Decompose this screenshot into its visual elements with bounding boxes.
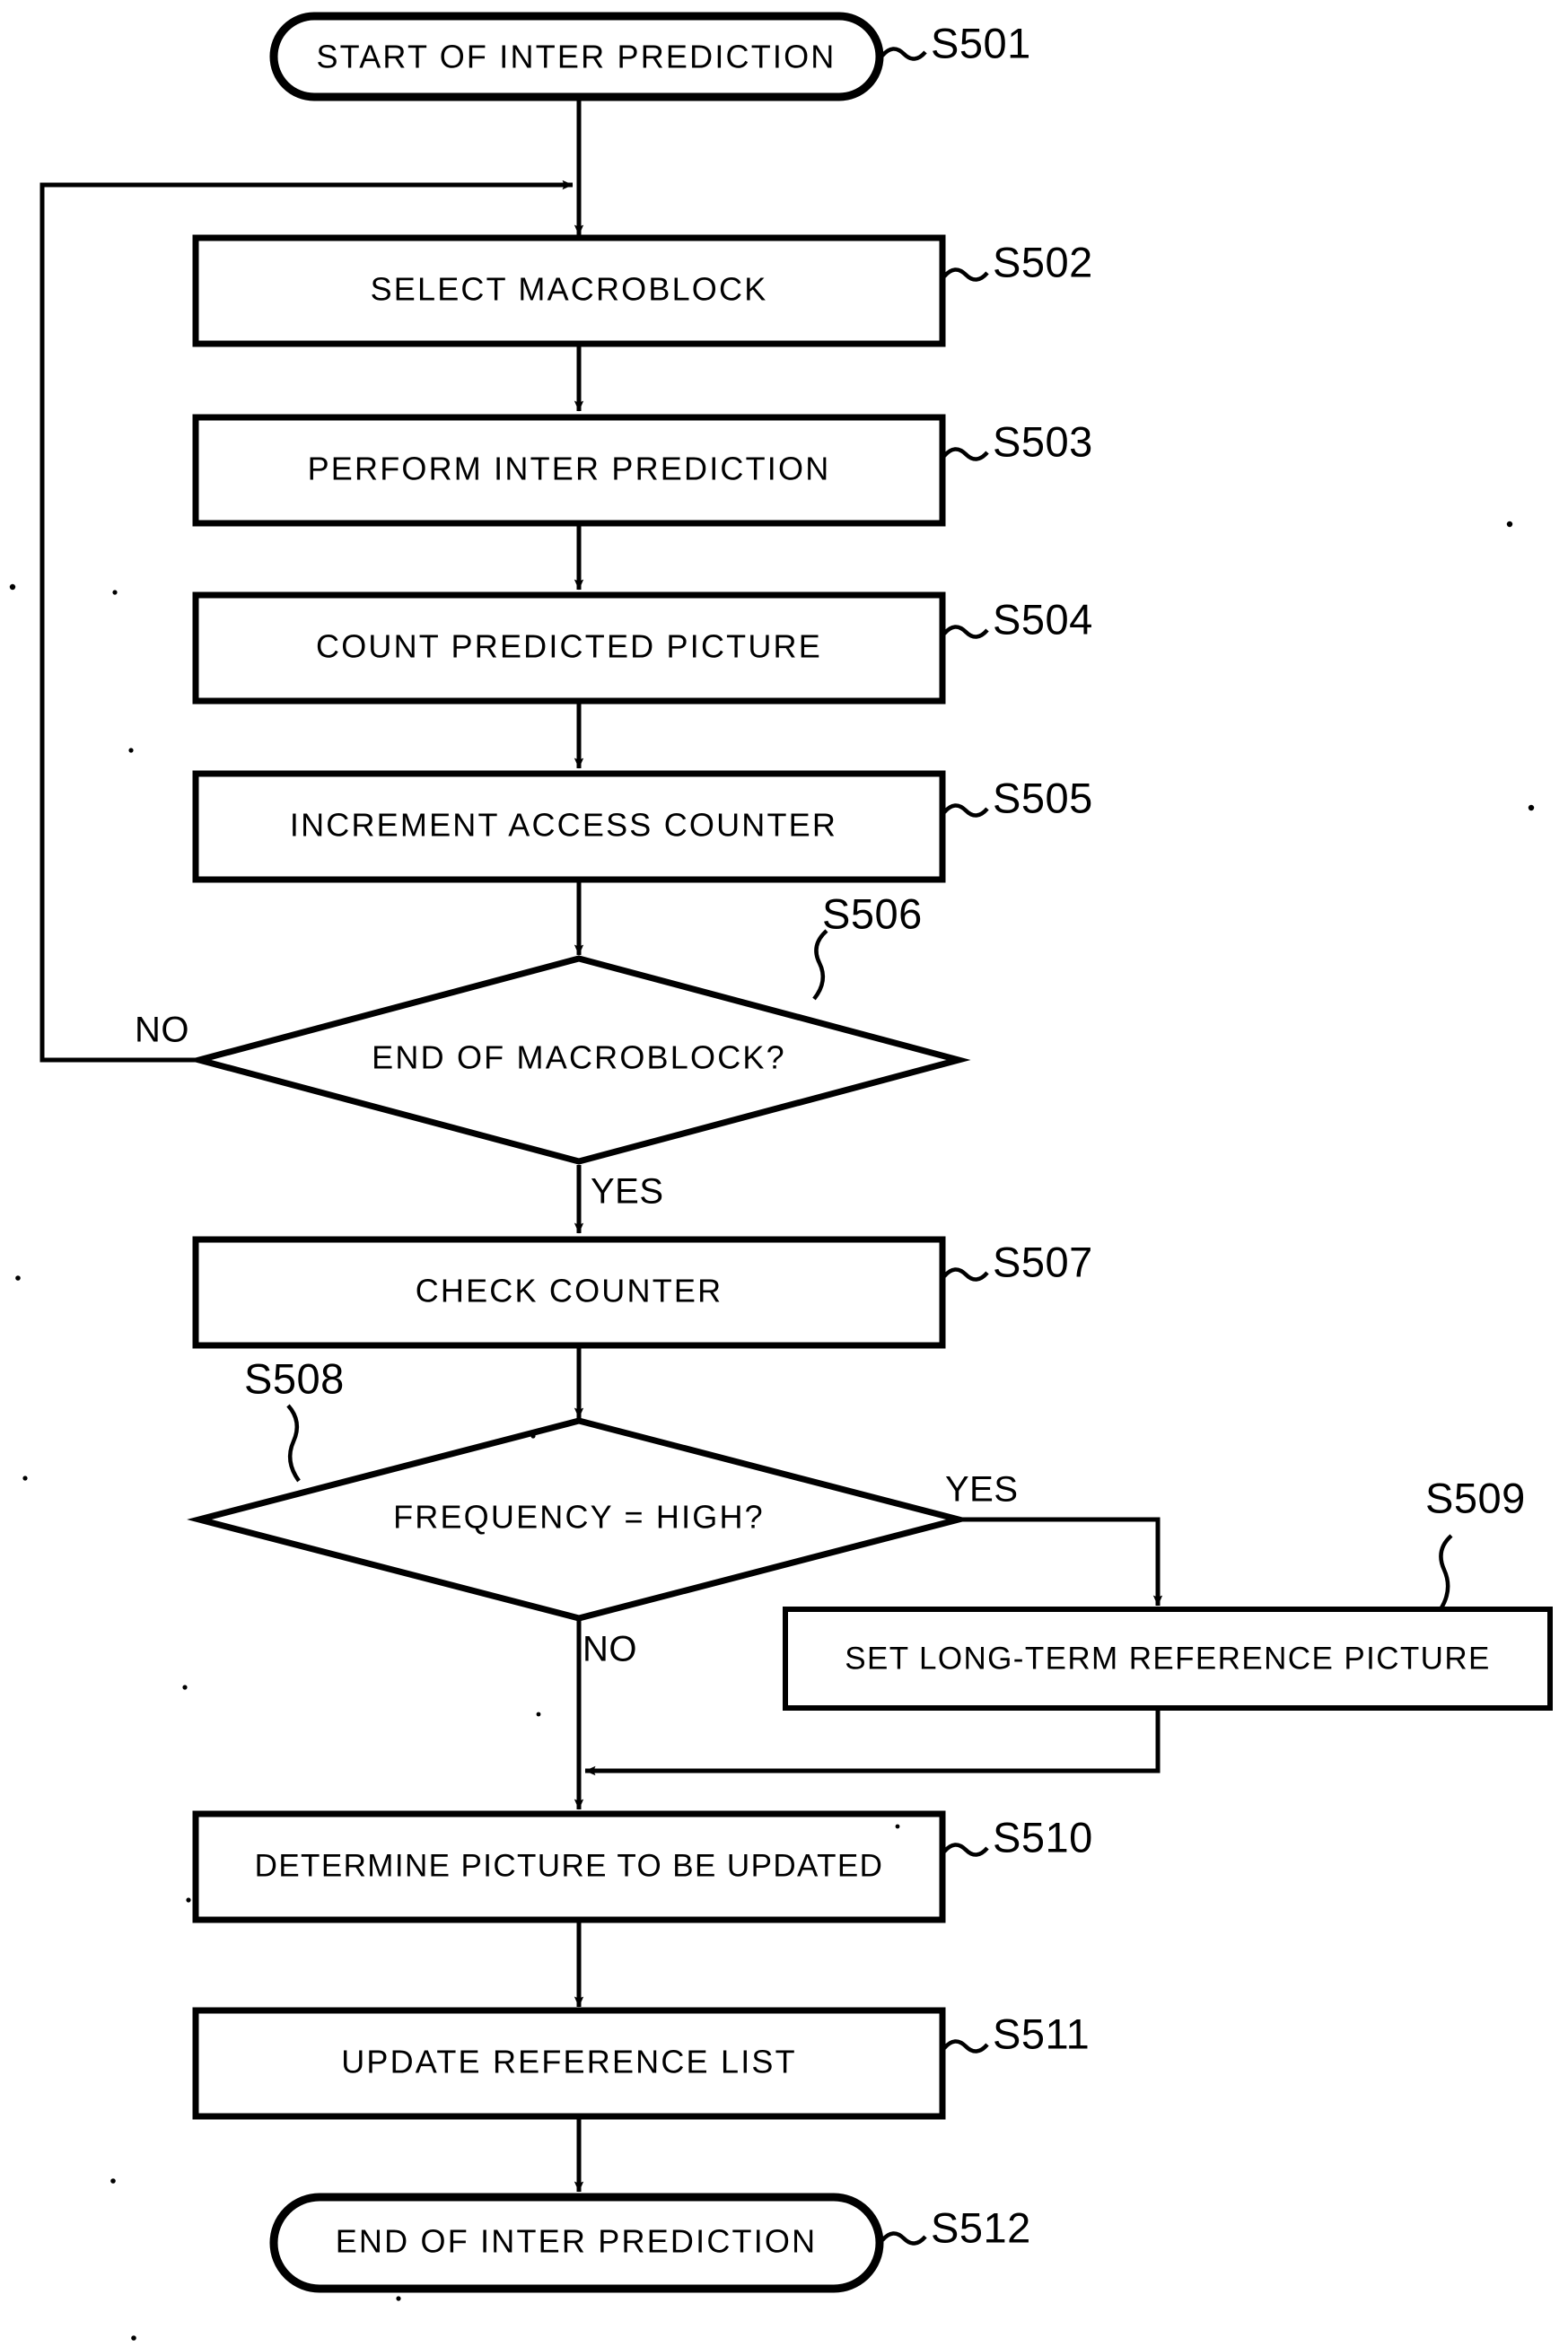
branch-label-s506-no: NO bbox=[135, 1011, 189, 1050]
ref-label-s501: S501 bbox=[931, 19, 1031, 66]
ref-leader-s504 bbox=[942, 625, 989, 639]
node-s510-label: DETERMINE PICTURE TO BE UPDATED bbox=[255, 1848, 884, 1883]
speck bbox=[131, 2335, 136, 2341]
ref-leader-s512 bbox=[880, 2231, 927, 2246]
speck bbox=[530, 1433, 536, 1439]
node-s502[interactable]: SELECT MACROBLOCK bbox=[192, 234, 946, 347]
speck bbox=[22, 1476, 28, 1481]
ref-leader-s503 bbox=[942, 447, 989, 461]
speck bbox=[536, 1712, 541, 1717]
ref-label-s506: S506 bbox=[822, 889, 923, 937]
node-s511[interactable]: UPDATE REFERENCE LIST bbox=[192, 2007, 946, 2120]
speck bbox=[15, 1275, 21, 1281]
ref-label-s504: S504 bbox=[993, 595, 1093, 643]
node-s505-label: INCREMENT ACCESS COUNTER bbox=[290, 807, 837, 844]
branch-label-s508-yes: YES bbox=[945, 1470, 1019, 1510]
node-s507-label: CHECK COUNTER bbox=[416, 1273, 723, 1309]
ref-leader-s507 bbox=[942, 1267, 989, 1282]
ref-label-s505: S505 bbox=[993, 774, 1093, 821]
ref-callout-s502: S502 bbox=[942, 238, 1093, 285]
ref-callout-s510: S510 bbox=[942, 1813, 1093, 1861]
speck bbox=[128, 748, 134, 753]
ref-leader-s505 bbox=[942, 803, 989, 818]
ref-label-s509: S509 bbox=[1425, 1474, 1526, 1521]
node-s501[interactable]: START OF INTER PREDICTION bbox=[269, 12, 884, 101]
node-s510[interactable]: DETERMINE PICTURE TO BE UPDATED bbox=[192, 1810, 946, 1923]
node-s512-label: END OF INTER PREDICTION bbox=[336, 2223, 818, 2260]
node-s503-label: PERFORM INTER PREDICTION bbox=[308, 451, 831, 487]
ref-callout-s509: S509 bbox=[1425, 1474, 1526, 1611]
speck bbox=[895, 1824, 900, 1829]
speck bbox=[396, 2296, 401, 2301]
node-s501-label: START OF INTER PREDICTION bbox=[316, 39, 836, 75]
ref-label-s510: S510 bbox=[993, 1813, 1093, 1861]
branch-label-s508-no: NO bbox=[583, 1630, 637, 1669]
node-s509-label: SET LONG-TERM REFERENCE PICTURE bbox=[845, 1641, 1491, 1676]
speck bbox=[112, 590, 118, 595]
ref-leader-s501 bbox=[880, 47, 927, 61]
ref-label-s512: S512 bbox=[931, 2203, 1031, 2251]
node-s508-label: FREQUENCY = HIGH? bbox=[393, 1499, 765, 1536]
node-s511-label: UPDATE REFERENCE LIST bbox=[341, 2044, 797, 2080]
node-s504[interactable]: COUNT PREDICTED PICTURE bbox=[192, 591, 946, 705]
speck bbox=[182, 1685, 188, 1690]
speck bbox=[1506, 521, 1513, 528]
ref-callout-s511: S511 bbox=[942, 2010, 1090, 2057]
ref-label-s502: S502 bbox=[993, 238, 1093, 285]
ref-callout-s507: S507 bbox=[942, 1238, 1093, 1285]
ref-callout-s504: S504 bbox=[942, 595, 1093, 643]
ref-label-s508: S508 bbox=[244, 1354, 345, 1402]
ref-callout-s506: S506 bbox=[812, 889, 923, 1001]
ref-leader-s506 bbox=[812, 929, 828, 1001]
speck bbox=[9, 583, 16, 591]
node-s505[interactable]: INCREMENT ACCESS COUNTER bbox=[192, 770, 946, 883]
ref-leader-s510 bbox=[942, 1843, 989, 1857]
node-s509[interactable]: SET LONG-TERM REFERENCE PICTURE bbox=[783, 1607, 1553, 1711]
branch-label-s506-yes: YES bbox=[591, 1172, 664, 1212]
node-s512[interactable]: END OF INTER PREDICTION bbox=[269, 2193, 884, 2293]
ref-callout-s505: S505 bbox=[942, 774, 1093, 821]
node-s506-label: END OF MACROBLOCK? bbox=[372, 1039, 786, 1076]
ref-leader-s508 bbox=[286, 1404, 301, 1483]
ref-leader-s509 bbox=[1439, 1534, 1453, 1611]
node-s508[interactable]: FREQUENCY = HIGH? bbox=[187, 1417, 971, 1622]
flowchart-figure: START OF INTER PREDICTION SELECT MACROBL… bbox=[0, 0, 1568, 2347]
flowchart-canvas: START OF INTER PREDICTION SELECT MACROBL… bbox=[9, 12, 1553, 2341]
node-s502-label: SELECT MACROBLOCK bbox=[371, 271, 768, 308]
edge-s508-yes-s509 bbox=[956, 1517, 1163, 1607]
ref-callout-s508: S508 bbox=[244, 1354, 345, 1483]
ref-label-s507: S507 bbox=[993, 1238, 1093, 1285]
node-s507[interactable]: CHECK COUNTER bbox=[192, 1236, 946, 1349]
ref-callout-s503: S503 bbox=[942, 417, 1093, 465]
ref-label-s503: S503 bbox=[993, 417, 1093, 465]
edge-s509-merge bbox=[584, 1707, 1161, 1776]
ref-leader-s511 bbox=[942, 2039, 989, 2054]
speck bbox=[1528, 804, 1535, 811]
node-s504-label: COUNT PREDICTED PICTURE bbox=[316, 628, 822, 665]
speck bbox=[110, 2178, 116, 2184]
ref-callout-s501: S501 bbox=[880, 19, 1031, 66]
node-s503[interactable]: PERFORM INTER PREDICTION bbox=[192, 414, 946, 527]
speck bbox=[186, 1897, 191, 1903]
ref-label-s511: S511 bbox=[993, 2010, 1090, 2057]
ref-callout-s512: S512 bbox=[880, 2203, 1031, 2251]
node-s506[interactable]: END OF MACROBLOCK? bbox=[187, 955, 971, 1165]
ref-leader-s502 bbox=[942, 267, 989, 282]
